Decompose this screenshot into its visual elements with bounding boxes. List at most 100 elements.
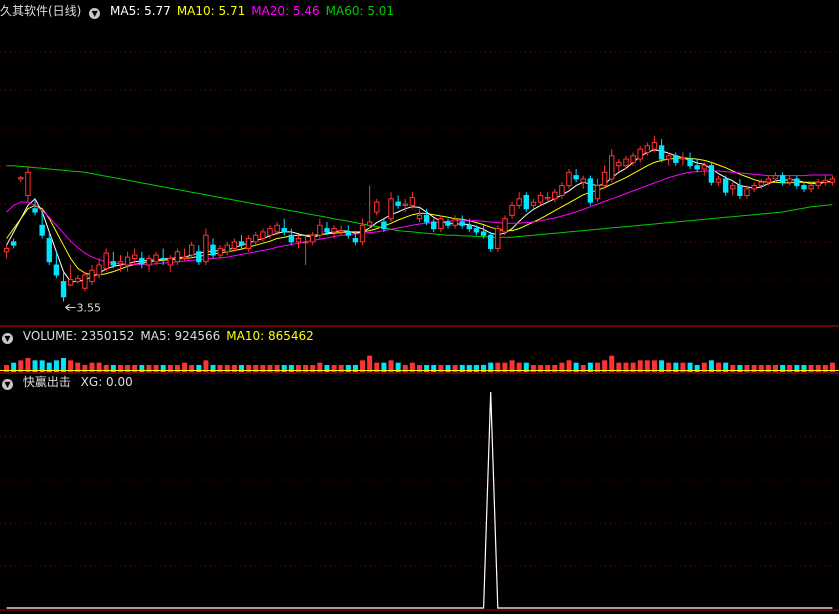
volume-bar [367,355,373,372]
candle-body [815,181,821,187]
signal-line [6,391,833,609]
candle-body [174,251,181,263]
candle [445,218,451,229]
candle-body [651,142,658,150]
candle-body [587,178,594,203]
candle [281,218,287,236]
candle-body [409,196,416,206]
candle-body [210,244,216,256]
candle [822,175,829,186]
candle-body [744,188,750,196]
candle-body [402,203,408,206]
candle-body [10,241,17,246]
candle-body [644,145,651,153]
candle [25,165,31,203]
candle-body [231,241,238,249]
candle-body [331,228,337,233]
candle [438,215,444,232]
candle [609,149,615,183]
candle-body [722,178,729,193]
candle [566,169,572,189]
candle [680,152,686,166]
candle [388,192,394,222]
candle [67,265,74,287]
candle-body [495,228,501,249]
candle [616,159,622,173]
signal-panel-title: 快赢出击 [22,375,71,389]
price-indicator: MA10: 5.71 [176,4,246,18]
candle [295,235,302,249]
candle-body [295,238,302,243]
candle [60,271,67,302]
candle [217,245,223,259]
candle [96,258,102,279]
candle [210,238,216,259]
candle [779,172,786,186]
candle [409,192,416,209]
chevron-down-icon[interactable]: ▼ [2,379,13,390]
candle-body [566,171,572,187]
candle-body [3,247,10,253]
candle-body [480,231,487,236]
low-marker-label: 3.55 [77,301,102,314]
candle-body [616,161,622,167]
candle [495,225,501,252]
candle-body [309,234,316,243]
candle-body [794,178,800,187]
price-panel-header: 久其软件(日线) ▼ MA5: 5.77 MA10: 5.71 MA20: 5.46… [0,3,406,19]
candle [89,265,95,285]
candle-body [203,234,209,263]
chevron-down-icon[interactable]: ▼ [89,8,101,19]
volume-bar [609,355,615,372]
candle-body [438,218,444,230]
candle [544,192,551,203]
candle-body [317,224,323,236]
candle-body [302,241,309,244]
candle-body [516,198,522,206]
candle-body [523,194,530,210]
candle-body [431,221,437,230]
candle [673,152,679,166]
candle-body [395,201,401,206]
candle-body [580,178,586,183]
signal-indicator: XG: 0.00 [80,375,133,389]
signal-indicators: XG: 0.00 [81,375,139,389]
candle [737,178,743,199]
candle-body [537,194,544,203]
candle [487,231,494,252]
price-indicator: MA5: 5.77 [110,4,171,18]
candle-body [32,208,38,213]
candle-body [502,218,508,233]
chevron-down-icon[interactable]: ▼ [2,333,13,344]
candle [708,162,715,186]
candle-body [701,165,707,170]
candle-body [117,261,124,265]
candle-body [39,224,45,236]
candle [402,198,408,213]
candle [302,235,309,266]
candle [431,218,437,232]
candle-body [110,261,117,266]
candle-body [765,178,772,183]
candle-body [466,224,473,230]
candle [309,231,316,246]
candle [260,228,266,242]
price-indicator: MA60: 5.01 [325,4,395,18]
volume-indicator: MA5: 924566 [140,329,221,343]
stock-chart[interactable]: 3.55 [0,0,839,614]
candle-body [181,256,188,259]
candle-body [217,247,223,256]
candle-body [680,157,686,160]
candle-body [260,231,266,240]
candle [794,175,800,189]
candle [366,185,373,229]
candle-body [609,155,615,180]
candle [253,231,259,246]
candle [103,248,109,272]
candle [203,228,209,266]
volume-indicators: VOLUME: 2350152 MA5: 924566 MA10: 865462 [23,329,320,343]
candle-body [452,219,458,226]
low-price-marker: 3.55 [65,301,102,314]
candle-body [345,231,352,236]
candle-body [146,257,152,266]
